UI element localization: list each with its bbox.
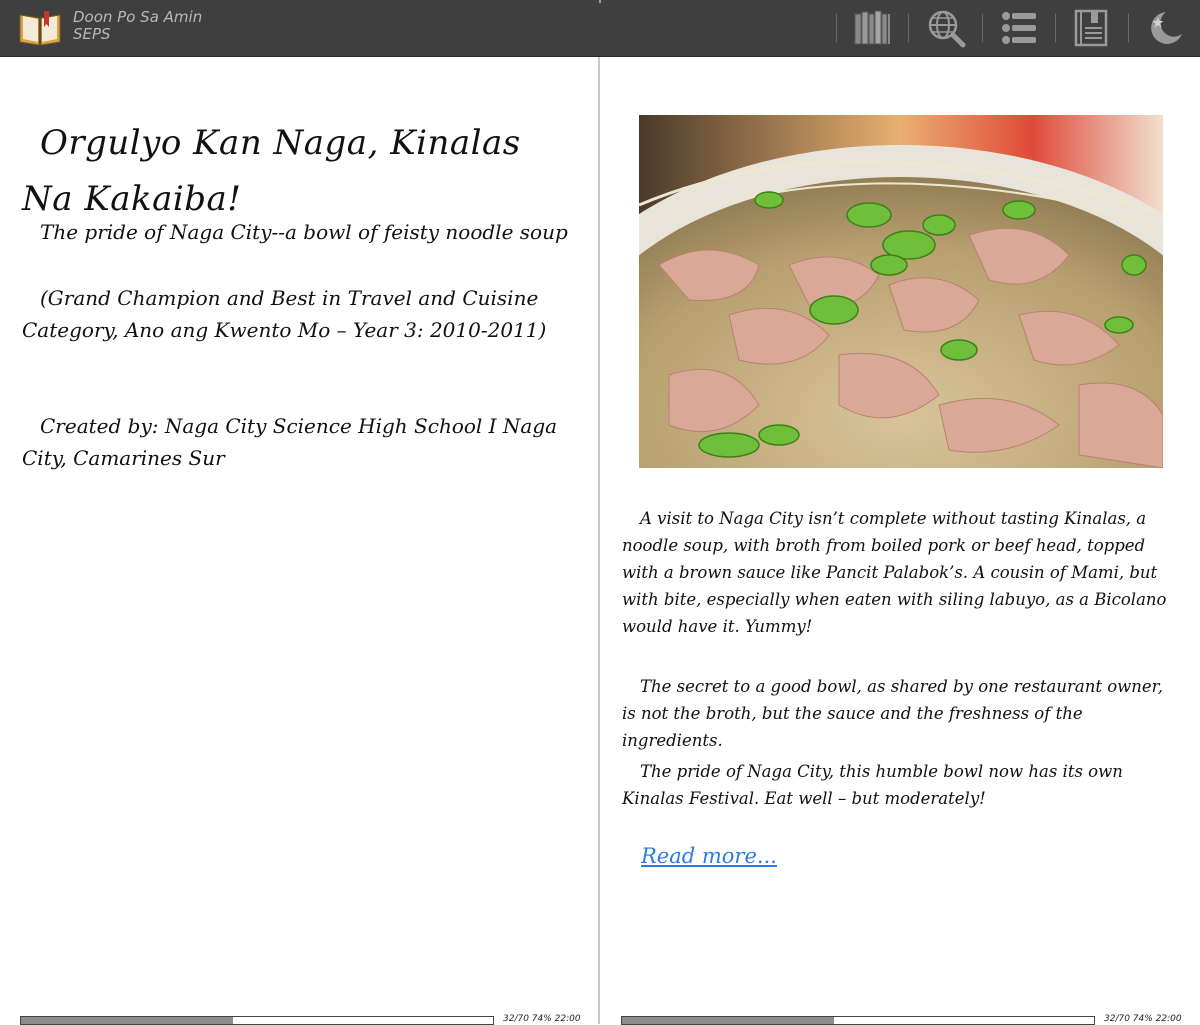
paragraph-3: The pride of Naga City, this humble bowl… — [622, 758, 1178, 812]
progress-fill — [21, 1017, 234, 1024]
paragraph-1-text: A visit to Naga City isn’t complete with… — [622, 509, 1167, 636]
page-title: Orgulyo Kan Naga, Kinalas Na Kakaiba! — [22, 115, 582, 227]
toolbar-separator — [982, 14, 983, 42]
award-line: (Grand Champion and Best in Travel and C… — [22, 286, 547, 342]
book-author: SEPS — [73, 25, 111, 43]
library-icon[interactable] — [851, 8, 893, 48]
read-more-link[interactable]: Read more... — [641, 844, 777, 868]
award-text: (Grand Champion and Best in Travel and C… — [22, 282, 582, 346]
center-marker — [599, 0, 601, 3]
book-title: Doon Po Sa Amin — [73, 8, 203, 26]
title-text: Orgulyo Kan Naga, Kinalas Na Kakaiba! — [22, 123, 521, 219]
top-toolbar: Doon Po Sa Amin SEPS — [0, 0, 1200, 57]
page-status: 32/70 74% 22:00 — [1104, 1014, 1182, 1024]
progress-fill — [622, 1017, 835, 1024]
kinalas-photo — [639, 115, 1163, 468]
list-icon[interactable] — [998, 8, 1040, 48]
creator-text: Created by: Naga City Science High Schoo… — [22, 410, 582, 474]
subtitle: The pride of Naga City--a bowl of feisty… — [40, 220, 568, 244]
paragraph-2-text: The secret to a good bowl, as shared by … — [622, 677, 1164, 750]
book-info-icon[interactable] — [1071, 8, 1113, 48]
creator-line: Created by: Naga City Science High Schoo… — [22, 414, 558, 470]
paragraph-2: The secret to a good bowl, as shared by … — [622, 673, 1178, 754]
toolbar-separator — [1055, 14, 1056, 42]
page-status: 32/70 74% 22:00 — [503, 1014, 581, 1024]
toolbar-separator — [908, 14, 909, 42]
page-divider — [598, 57, 600, 1024]
paragraph-1: A visit to Naga City isn’t complete with… — [622, 505, 1178, 640]
left-page: Orgulyo Kan Naga, Kinalas Na Kakaiba! Th… — [0, 57, 598, 1025]
right-page: A visit to Naga City isn’t complete with… — [601, 57, 1200, 1025]
toolbar-separator — [1128, 14, 1129, 42]
paragraph-3-text: The pride of Naga City, this humble bowl… — [622, 762, 1123, 808]
web-search-icon[interactable] — [925, 8, 967, 48]
app-title: Doon Po Sa Amin SEPS — [73, 9, 202, 43]
toolbar-separator — [836, 14, 837, 42]
book-icon[interactable] — [18, 9, 62, 47]
night-mode-icon[interactable] — [1143, 8, 1185, 48]
